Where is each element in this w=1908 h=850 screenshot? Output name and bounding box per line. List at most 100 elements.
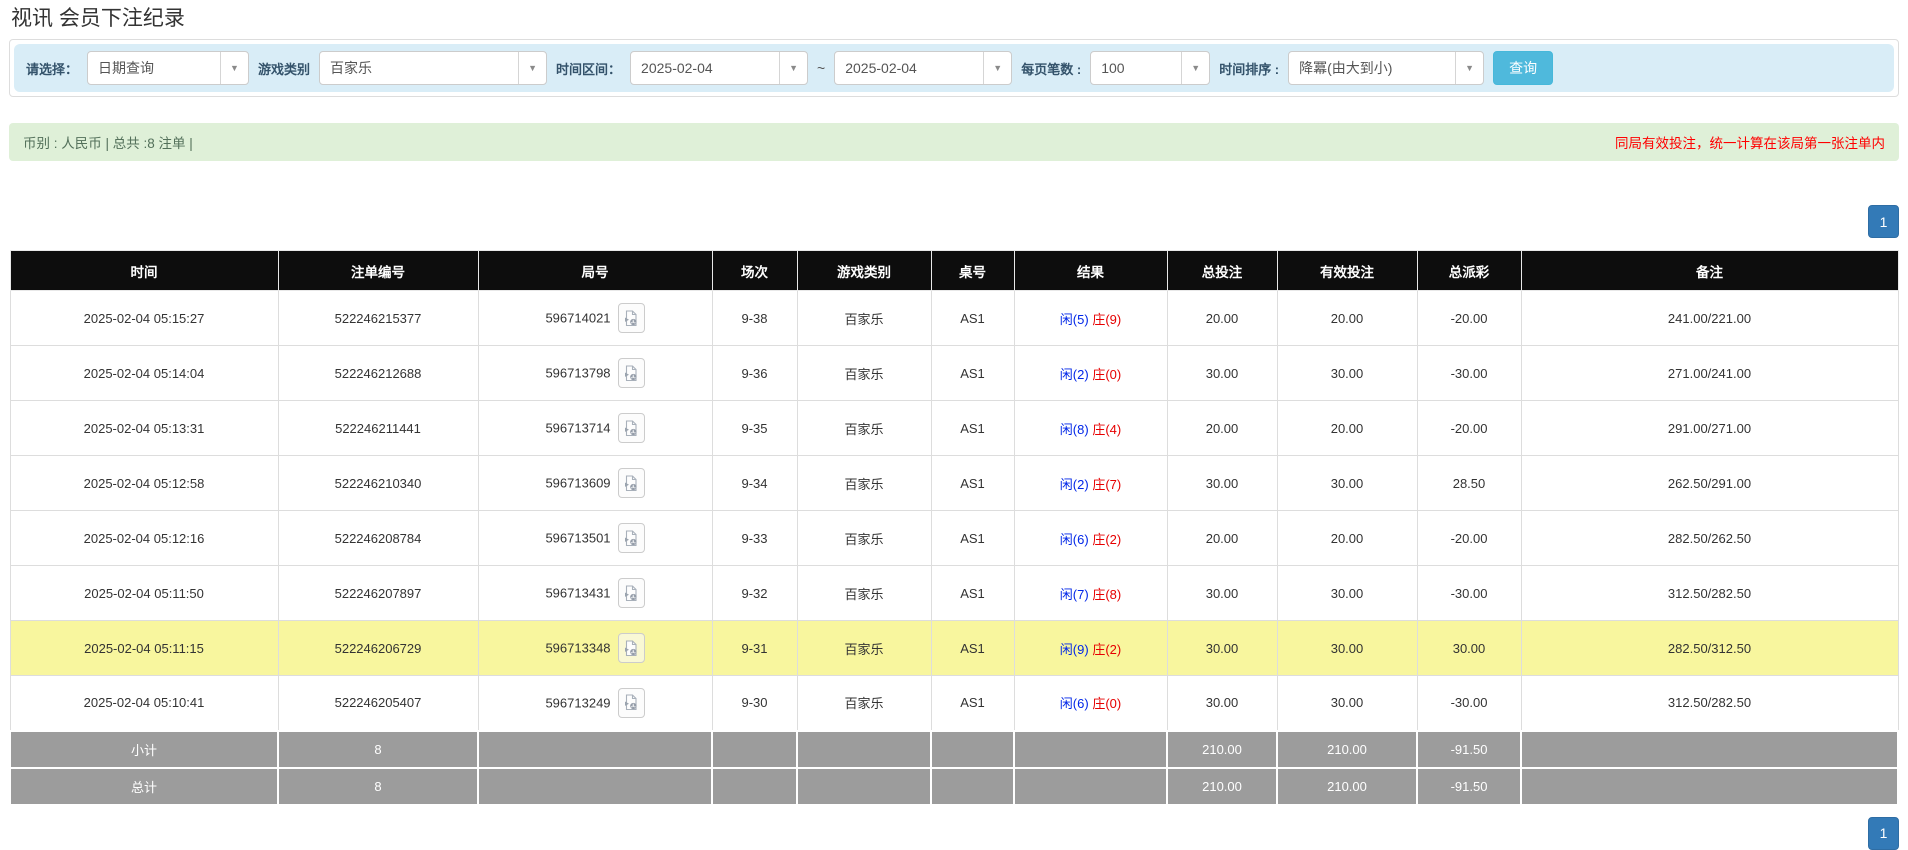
video-file-icon [623,475,639,492]
cell-payout: -30.00 [1417,566,1521,621]
total-valid-bet: 210.00 [1277,768,1417,805]
result-player: 闲(7) [1060,587,1089,602]
subtotal-valid-bet: 210.00 [1277,731,1417,768]
cell-total-bet: 20.00 [1167,291,1277,346]
table-row: 2025-02-04 05:12:16522246208784596713501… [10,511,1898,566]
result-player: 闲(2) [1060,477,1089,492]
cell-result: 闲(6) 庄(2) [1014,511,1167,566]
round-number: 596713431 [545,586,610,601]
col-header-session: 场次 [712,251,797,291]
cell-time: 2025-02-04 05:10:41 [10,676,278,731]
video-replay-button[interactable] [618,688,645,718]
cell-game-type: 百家乐 [797,511,931,566]
page-size-select[interactable]: 100 ▼ [1090,51,1210,85]
video-replay-button[interactable] [618,578,645,608]
page-size-value: 100 [1091,52,1181,84]
cell-valid-bet: 30.00 [1277,566,1417,621]
cell-game-type: 百家乐 [797,291,931,346]
cell-round: 596713714 [478,401,712,456]
result-banker: 庄(4) [1092,422,1121,437]
cell-game-type: 百家乐 [797,346,931,401]
cell-table-no: AS1 [931,566,1014,621]
table-row: 2025-02-04 05:13:31522246211441596713714… [10,401,1898,456]
sort-order-select[interactable]: 降冪(由大到小) ▼ [1288,51,1484,85]
chevron-down-icon: ▼ [983,52,1011,84]
video-replay-button[interactable] [618,303,645,333]
cell-result: 闲(5) 庄(9) [1014,291,1167,346]
cell-bet-id: 522246206729 [278,621,478,676]
table-footer: 小计 8 210.00 210.00 -91.50 总计 8 210.00 21… [10,731,1898,805]
result-player: 闲(6) [1060,696,1089,711]
total-count: 8 [278,768,478,805]
video-replay-button[interactable] [618,633,645,663]
cell-round: 596713348 [478,621,712,676]
date-from-select[interactable]: 2025-02-04 ▼ [630,51,808,85]
video-replay-button[interactable] [618,413,645,443]
cell-remark: 291.00/271.00 [1521,401,1898,456]
page-size-label: 每页笔数 : [1021,59,1081,78]
cell-valid-bet: 20.00 [1277,401,1417,456]
table-header: 时间 注单编号 局号 场次 游戏类别 桌号 结果 总投注 有效投注 总派彩 备注 [10,251,1898,291]
result-player: 闲(2) [1060,367,1089,382]
query-type-value: 日期查询 [88,52,220,84]
cell-result: 闲(9) 庄(2) [1014,621,1167,676]
cell-remark: 262.50/291.00 [1521,456,1898,511]
cell-remark: 312.50/282.50 [1521,566,1898,621]
result-banker: 庄(2) [1092,642,1121,657]
result-player: 闲(5) [1060,312,1089,327]
col-header-time: 时间 [10,251,278,291]
cell-time: 2025-02-04 05:14:04 [10,346,278,401]
game-type-select[interactable]: 百家乐 ▼ [319,51,547,85]
cell-time: 2025-02-04 05:11:50 [10,566,278,621]
cell-time: 2025-02-04 05:13:31 [10,401,278,456]
range-separator: ~ [817,60,825,76]
cell-table-no: AS1 [931,291,1014,346]
video-replay-button[interactable] [618,523,645,553]
table-row: 2025-02-04 05:14:04522246212688 596713798… [10,346,1898,401]
page-1-button-bottom[interactable]: 1 [1868,817,1899,850]
video-replay-button[interactable] [618,358,645,388]
result-banker: 庄(7) [1092,477,1121,492]
result-banker: 庄(9) [1092,312,1121,327]
cell-session: 9-31 [712,621,797,676]
cell-session: 9-35 [712,401,797,456]
cell-total-bet: 20.00 [1167,511,1277,566]
cell-bet-id: 522246208784 [278,511,478,566]
video-file-icon [623,365,639,382]
video-file-icon [623,640,639,657]
date-to-select[interactable]: 2025-02-04 ▼ [834,51,1012,85]
date-from-value: 2025-02-04 [631,52,779,84]
sort-order-label: 时间排序 : [1219,59,1279,78]
cell-payout: -30.00 [1417,346,1521,401]
cell-bet-id: 522246205407 [278,676,478,731]
cell-total-bet: 20.00 [1167,401,1277,456]
search-button[interactable]: 查询 [1493,51,1553,85]
cell-result: 闲(2) 庄(0) [1014,346,1167,401]
video-replay-button[interactable] [618,468,645,498]
cell-round: 596713609 [478,456,712,511]
page-1-button[interactable]: 1 [1868,205,1899,238]
date-to-value: 2025-02-04 [835,52,983,84]
cell-session: 9-38 [712,291,797,346]
cell-round: 596714021 [478,291,712,346]
pagination-top: 1 [9,205,1899,238]
result-player: 闲(8) [1060,422,1089,437]
round-number: 596713348 [545,641,610,656]
table-row: 2025-02-04 05:11:15522246206729 596713348… [10,621,1898,676]
cell-payout: -20.00 [1417,401,1521,456]
cell-table-no: AS1 [931,346,1014,401]
bet-records-table: 时间 注单编号 局号 场次 游戏类别 桌号 结果 总投注 有效投注 总派彩 备注… [9,250,1899,806]
cell-round: 596713249 [478,676,712,731]
video-file-icon [623,420,639,437]
time-range-label: 时间区间： [556,59,621,78]
result-player: 闲(9) [1060,642,1089,657]
subtotal-label: 小计 [10,731,278,768]
chevron-down-icon: ▼ [220,52,248,84]
cell-table-no: AS1 [931,511,1014,566]
table-row: 2025-02-04 05:10:41522246205407596713249… [10,676,1898,731]
round-number: 596713798 [545,366,610,381]
cell-time: 2025-02-04 05:11:15 [10,621,278,676]
query-type-select[interactable]: 日期查询 ▼ [87,51,249,85]
cell-bet-id: 522246212688 [278,346,478,401]
chevron-down-icon: ▼ [518,52,546,84]
